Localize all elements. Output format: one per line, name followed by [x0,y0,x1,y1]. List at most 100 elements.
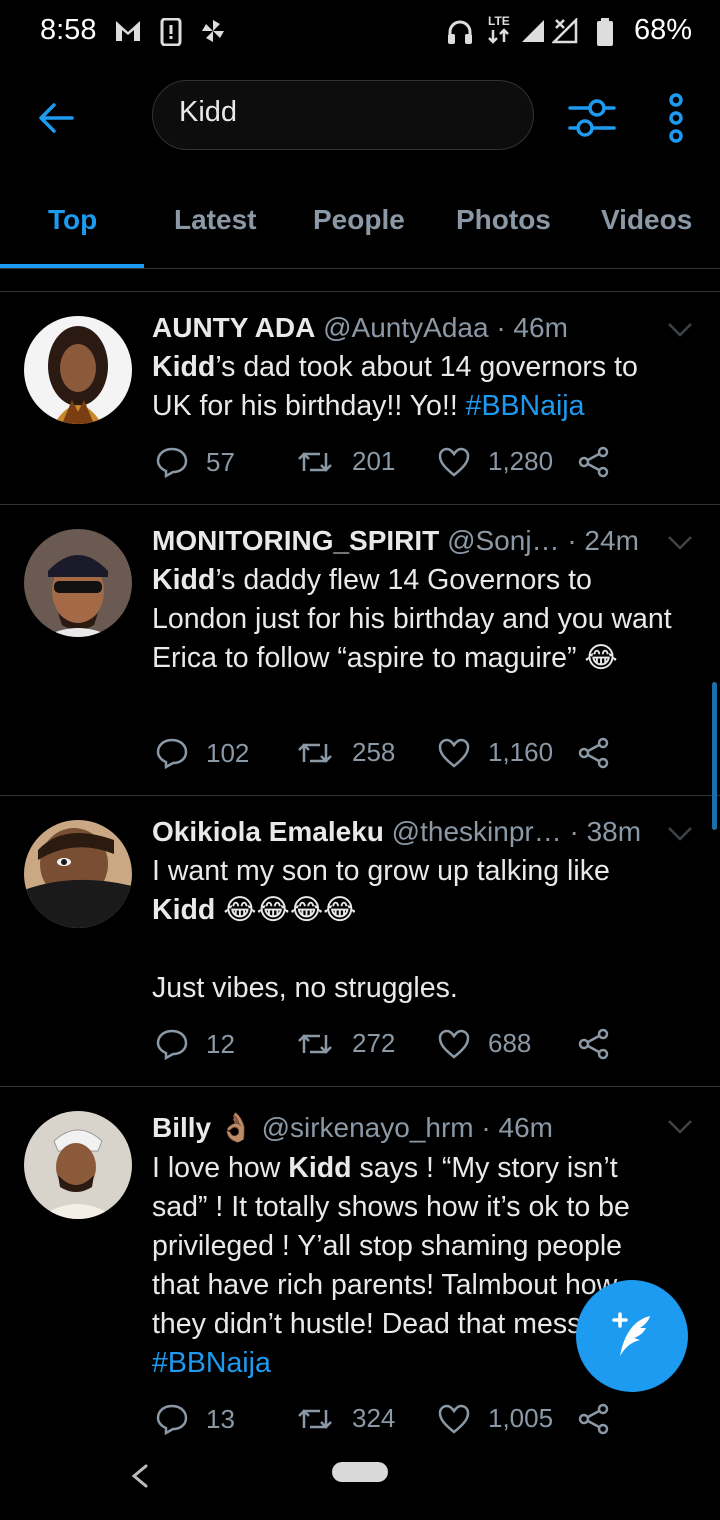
pinwheel-icon [202,20,224,42]
author-handle[interactable]: @theskinpr… [392,816,562,847]
author-name[interactable]: Okikiola Emaleku [152,816,384,847]
tab-latest[interactable]: Latest [174,204,256,236]
tweet-actions: 57 201 1,280 [156,446,636,486]
avatar[interactable] [24,316,132,424]
retweet-icon [298,1408,332,1429]
tweet-text: I want my son to grow up talking like Ki… [152,852,672,1008]
retweet-count: 272 [352,1028,396,1058]
heart-icon [438,1404,470,1434]
tweet-actions: 13 324 1,005 [156,1403,636,1436]
hashtag-link[interactable]: #BBNaija [466,390,585,422]
scrollbar[interactable] [712,682,717,830]
retweet-icon [298,1033,332,1054]
tweet-time: · 24m [567,525,639,556]
reply-button[interactable]: 12 [156,1028,235,1060]
tweet-actions: 12 272 688 [156,1028,636,1068]
retweet-count: 201 [352,446,396,476]
avatar[interactable] [24,1111,132,1219]
battery-icon [597,18,613,46]
retweet-count: 258 [352,737,396,767]
battery-percent: 68% [633,14,692,46]
heart-icon [438,738,470,768]
author-handle[interactable]: @Sonj… [447,525,559,556]
like-count: 1,160 [488,737,554,767]
tweet-actions: 102 258 1,160 [156,737,636,777]
nav-back-icon[interactable] [126,1458,154,1494]
tweet-time: · 46m [496,312,568,343]
heart-icon [438,447,470,477]
headphones-icon [448,20,472,44]
tab-videos[interactable]: Videos [601,204,692,236]
hashtag-link[interactable]: #BBNaija [152,1347,271,1379]
share-icon [578,446,609,478]
chevron-down-icon[interactable] [666,320,694,340]
heart-icon [438,1029,470,1059]
author-handle[interactable]: @sirkenayo_hrm [262,1112,474,1143]
like-count: 1,280 [488,446,554,476]
share-icon [578,1403,609,1435]
search-field[interactable] [152,80,534,150]
search-term-highlight: Kidd [152,564,216,596]
back-button[interactable] [30,92,82,144]
search-term-highlight: Kidd [288,1152,352,1184]
author-name[interactable]: MONITORING_SPIRIT [152,525,439,556]
active-tab-indicator [0,264,144,268]
reply-button[interactable]: 102 [156,737,249,769]
arrow-left-icon [39,103,74,133]
reply-count: 102 [206,737,250,768]
tweet[interactable]: Okikiola Emaleku @theskinpr… · 38m I wan… [0,796,720,1087]
status-time: 8:58 [40,14,97,46]
gmail-notification-icon [116,21,140,41]
nav-home-pill[interactable] [332,1462,388,1482]
author-name[interactable]: Billy 👌🏽 [152,1112,254,1143]
author-name[interactable]: AUNTY ADA [152,312,315,343]
retweet-icon [298,451,332,472]
tab-photos[interactable]: Photos [456,204,551,236]
share-icon [578,737,609,769]
tweet-text: Kidd’s dad took about 14 governors to UK… [152,348,672,426]
chevron-down-icon[interactable] [666,1117,694,1137]
search-term-highlight: Kidd [152,894,216,926]
tweet-text-segment: ’s daddy flew 14 Governors to London jus… [152,564,672,674]
search-filter-button[interactable] [566,92,618,144]
tweet-text: Kidd’s daddy flew 14 Governors to London… [152,561,672,678]
like-button[interactable]: 1,005 [438,1403,553,1434]
phone-alert-icon [160,18,182,46]
tab-people[interactable]: People [313,204,405,236]
share-button[interactable] [578,1403,628,1435]
retweet-button[interactable]: 324 [296,1403,395,1434]
retweet-button[interactable]: 201 [296,446,395,477]
search-input[interactable] [177,95,511,130]
avatar[interactable] [24,529,132,637]
reply-icon [156,738,188,769]
retweet-button[interactable]: 272 [296,1028,395,1059]
like-button[interactable]: 1,160 [438,737,553,768]
share-button[interactable] [578,446,628,478]
like-button[interactable]: 688 [438,1028,531,1059]
share-icon [578,1028,609,1060]
system-navigation-bar [0,1436,720,1520]
share-button[interactable] [578,737,628,769]
reply-icon [156,1029,188,1060]
compose-tweet-button[interactable] [576,1280,688,1392]
more-options-button[interactable] [660,92,692,144]
tweet[interactable]: AUNTY ADA @AuntyAdaa · 46m Kidd’s dad to… [0,292,720,505]
like-count: 1,005 [488,1403,554,1433]
share-button[interactable] [578,1028,628,1060]
retweet-count: 324 [352,1403,396,1433]
search-term-highlight: Kidd [152,351,216,383]
retweet-button[interactable]: 258 [296,737,395,768]
retweet-icon [298,742,332,763]
avatar[interactable] [24,820,132,928]
tweet-time: · 38m [569,816,642,847]
tweet[interactable]: MONITORING_SPIRIT @Sonj… · 24m Kidd’s da… [0,505,720,796]
reply-button[interactable]: 57 [156,446,235,478]
signal-icon [522,20,544,42]
like-button[interactable]: 1,280 [438,446,553,477]
reply-button[interactable]: 13 [156,1403,235,1435]
chevron-down-icon[interactable] [666,824,694,844]
tab-top[interactable]: Top [48,204,97,236]
author-handle[interactable]: @AuntyAdaa [323,312,488,343]
data-arrows-icon [488,28,509,44]
chevron-down-icon[interactable] [666,533,694,553]
